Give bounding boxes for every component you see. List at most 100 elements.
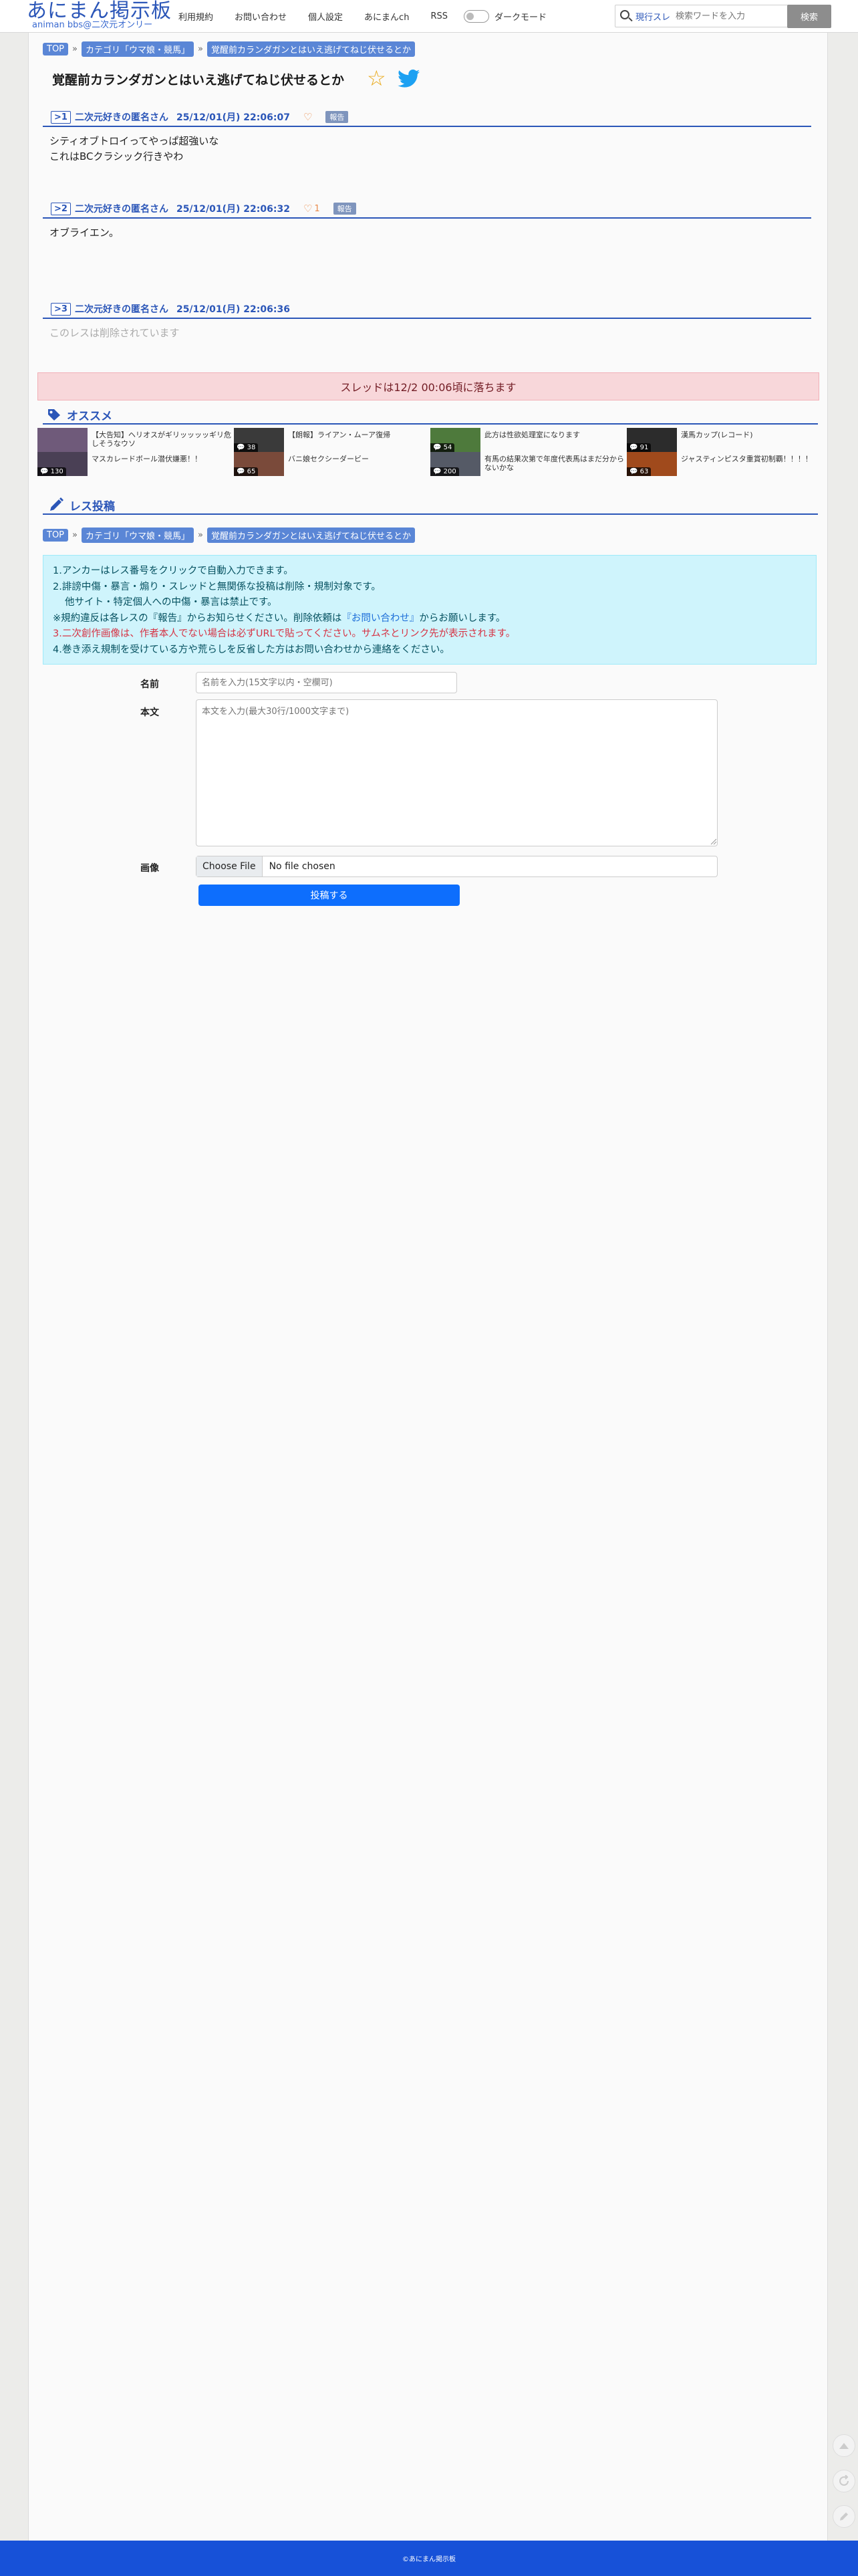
rule-line: 1.アンカーはレス番号をクリックで自動入力できます。 bbox=[53, 566, 293, 576]
header-nav: 利用規約 お問い合わせ 個人設定 あにまんch RSS ダークモード bbox=[178, 10, 568, 23]
response-author: 二次元好きの匿名さん bbox=[74, 204, 168, 215]
comment-count: 💬 63 bbox=[627, 467, 652, 476]
comment-count: 💬 200 bbox=[430, 467, 459, 476]
favorite-star-icon[interactable]: ☆ bbox=[367, 67, 386, 90]
breadcrumb-separator: » bbox=[72, 44, 78, 54]
body-textarea[interactable] bbox=[196, 699, 718, 846]
breadcrumb-category[interactable]: カテゴリ「ウマ娘・競馬」 bbox=[81, 528, 194, 543]
nav-contact[interactable]: お問い合わせ bbox=[235, 10, 287, 23]
recommend-thumbnail: 💬 91 bbox=[627, 428, 677, 452]
breadcrumb-top[interactable]: TOP bbox=[43, 43, 69, 55]
recommend-title: オススメ bbox=[67, 409, 112, 423]
recommend-item[interactable]: 💬 65 バニ娘セクシーダービー bbox=[234, 452, 428, 476]
nav-terms[interactable]: 利用規約 bbox=[178, 10, 213, 23]
response-line: これはBCクラシック行きやわ bbox=[49, 150, 184, 162]
recommend-item-title: 有馬の結果次第で年度代表馬はまだ分からないかな bbox=[484, 455, 624, 472]
recommend-grid: 【大告知】ヘリオスがギリッッッッギリ危しそうなウソ 💬 38 【朗報】ライアン・… bbox=[37, 428, 819, 483]
image-file-input[interactable]: Choose File No file chosen bbox=[196, 856, 718, 877]
tag-icon bbox=[48, 409, 60, 421]
response-body: シティオブトロイってやっぱ超強いな これはBCクラシック行きやわ bbox=[43, 127, 811, 171]
recommend-thumbnail: 💬 130 bbox=[37, 452, 88, 476]
like-heart-icon[interactable]: ♡ bbox=[303, 203, 312, 215]
response-author: 二次元好きの匿名さん bbox=[74, 304, 168, 315]
twitter-icon[interactable] bbox=[398, 70, 420, 88]
breadcrumb-separator: » bbox=[198, 530, 203, 540]
recommend-item-title: バニ娘セクシーダービー bbox=[288, 455, 369, 463]
response-header: >2 二次元好きの匿名さん 25/12/01(月) 22:06:32 ♡ 1 報… bbox=[43, 200, 811, 219]
response-header: >3 二次元好きの匿名さん 25/12/01(月) 22:06:36 bbox=[43, 300, 811, 319]
recommend-thumbnail: 💬 54 bbox=[430, 428, 480, 452]
comment-count: 💬 130 bbox=[37, 467, 66, 476]
name-input[interactable] bbox=[196, 672, 457, 693]
search-scope[interactable]: 現行スレ bbox=[635, 10, 670, 23]
nav-settings[interactable]: 個人設定 bbox=[308, 10, 343, 23]
recommend-thumbnail: 💬 63 bbox=[627, 452, 677, 476]
breadcrumb-thread[interactable]: 覚醒前カランダガンとはいえ逃げてねじ伏せるとか bbox=[206, 528, 415, 543]
recommend-thumbnail bbox=[37, 428, 88, 452]
rule-line: 4.巻き添え規制を受けている方や荒らしを反省した方はお問い合わせから連絡をくださ… bbox=[53, 644, 450, 655]
resize-grip-icon[interactable] bbox=[710, 838, 717, 845]
image-label: 画像 bbox=[140, 863, 159, 874]
breadcrumb-thread[interactable]: 覚醒前カランダガンとはいえ逃げてねじ伏せるとか bbox=[206, 41, 415, 57]
recommend-item[interactable]: 💬 38 【朗報】ライアン・ムーア復帰 bbox=[234, 428, 428, 452]
response-3: >3 二次元好きの匿名さん 25/12/01(月) 22:06:36 このレスは… bbox=[43, 300, 811, 346]
breadcrumb-top[interactable]: TOP bbox=[43, 529, 69, 542]
like-count: 1 bbox=[314, 203, 320, 214]
recommend-item[interactable]: 💬 63 ジャスティンピスタ重賞初制覇！！！！ bbox=[627, 452, 821, 476]
report-button[interactable]: 報告 bbox=[333, 203, 356, 215]
choose-file-button[interactable]: Choose File bbox=[196, 856, 263, 876]
site-logo[interactable]: あにまん掲示板 animan bbs@二次元オンリー bbox=[27, 0, 172, 30]
edit-icon[interactable] bbox=[833, 2505, 855, 2528]
thread-title: 覚醒前カランダガンとはいえ逃げてねじ伏せるとか bbox=[52, 73, 345, 88]
response-author: 二次元好きの匿名さん bbox=[74, 112, 168, 123]
nav-rss[interactable]: RSS bbox=[430, 11, 448, 21]
recommend-thumbnail: 💬 65 bbox=[234, 452, 284, 476]
recommend-header: オススメ bbox=[43, 406, 818, 425]
dark-mode-label: ダークモード bbox=[494, 13, 547, 23]
search-input[interactable] bbox=[676, 11, 776, 21]
deleted-response-text: このレスは削除されています bbox=[49, 327, 180, 339]
breadcrumb-separator: » bbox=[72, 530, 78, 540]
logo-subtitle: animan bbs@二次元オンリー bbox=[32, 20, 153, 30]
thread-expiry-notice: スレッドは12/2 00:06頃に落ちます bbox=[37, 372, 819, 400]
breadcrumb-category[interactable]: カテゴリ「ウマ娘・競馬」 bbox=[81, 41, 194, 57]
breadcrumb-separator: » bbox=[198, 44, 203, 54]
comment-count: 💬 65 bbox=[234, 467, 259, 476]
nav-animanch[interactable]: あにまんch bbox=[364, 10, 409, 23]
search-button[interactable]: 検索 bbox=[787, 5, 831, 28]
response-date: 25/12/01(月) 22:06:07 bbox=[176, 112, 290, 123]
body-label: 本文 bbox=[140, 707, 159, 718]
recommend-item[interactable]: 💬 91 漢馬カップ(レコード) bbox=[627, 428, 821, 452]
contact-link[interactable]: 『お問い合わせ』 bbox=[341, 613, 419, 624]
content-column: TOP » カテゴリ「ウマ娘・競馬」 » 覚醒前カランダガンとはいえ逃げてねじ伏… bbox=[28, 0, 828, 2576]
like-heart-icon[interactable]: ♡ bbox=[303, 111, 312, 123]
recommend-item-title: マスカレードボール潜伏嫌悪！！ bbox=[92, 455, 202, 463]
logo-title: あにまん掲示板 bbox=[27, 0, 172, 23]
recommend-item-title: 此方は性欲処理室になります bbox=[484, 431, 580, 439]
toggle-knob bbox=[466, 13, 474, 20]
recommend-item[interactable]: 💬 54 此方は性欲処理室になります bbox=[430, 428, 624, 452]
response-number[interactable]: >1 bbox=[51, 110, 71, 124]
recommend-item-title: 【朗報】ライアン・ムーア復帰 bbox=[288, 431, 391, 439]
response-number[interactable]: >2 bbox=[51, 202, 71, 215]
recommend-item[interactable]: 💬 130 マスカレードボール潜伏嫌悪！！ bbox=[37, 452, 231, 476]
recommend-item-title: 【大告知】ヘリオスがギリッッッッギリ危しそうなウソ bbox=[92, 431, 231, 448]
recommend-thumbnail: 💬 38 bbox=[234, 428, 284, 452]
scroll-top-icon[interactable] bbox=[833, 2434, 855, 2457]
rule-line: 他サイト・特定個人への中傷・暴言は禁止です。 bbox=[65, 597, 277, 608]
response-number[interactable]: >3 bbox=[51, 302, 71, 316]
comment-count: 💬 38 bbox=[234, 443, 259, 452]
submit-button[interactable]: 投稿する bbox=[198, 885, 460, 906]
response-2: >2 二次元好きの匿名さん 25/12/01(月) 22:06:32 ♡ 1 報… bbox=[43, 200, 811, 247]
rule-line: 3.二次創作画像は、作者本人でない場合は必ずURLで貼ってください。サムネとリン… bbox=[53, 628, 516, 639]
recommend-item[interactable]: 💬 200 有馬の結果次第で年度代表馬はまだ分からないかな bbox=[430, 452, 624, 476]
post-form-header: レス投稿 bbox=[43, 496, 818, 515]
recommend-item[interactable]: 【大告知】ヘリオスがギリッッッッギリ危しそうなウソ bbox=[37, 428, 231, 452]
reload-icon[interactable] bbox=[833, 2470, 855, 2492]
pencil-icon bbox=[50, 497, 63, 511]
comment-count: 💬 54 bbox=[430, 443, 455, 452]
response-date: 25/12/01(月) 22:06:36 bbox=[176, 304, 290, 315]
name-label: 名前 bbox=[140, 679, 159, 690]
report-button[interactable]: 報告 bbox=[325, 111, 349, 123]
dark-mode-toggle[interactable] bbox=[463, 10, 489, 23]
